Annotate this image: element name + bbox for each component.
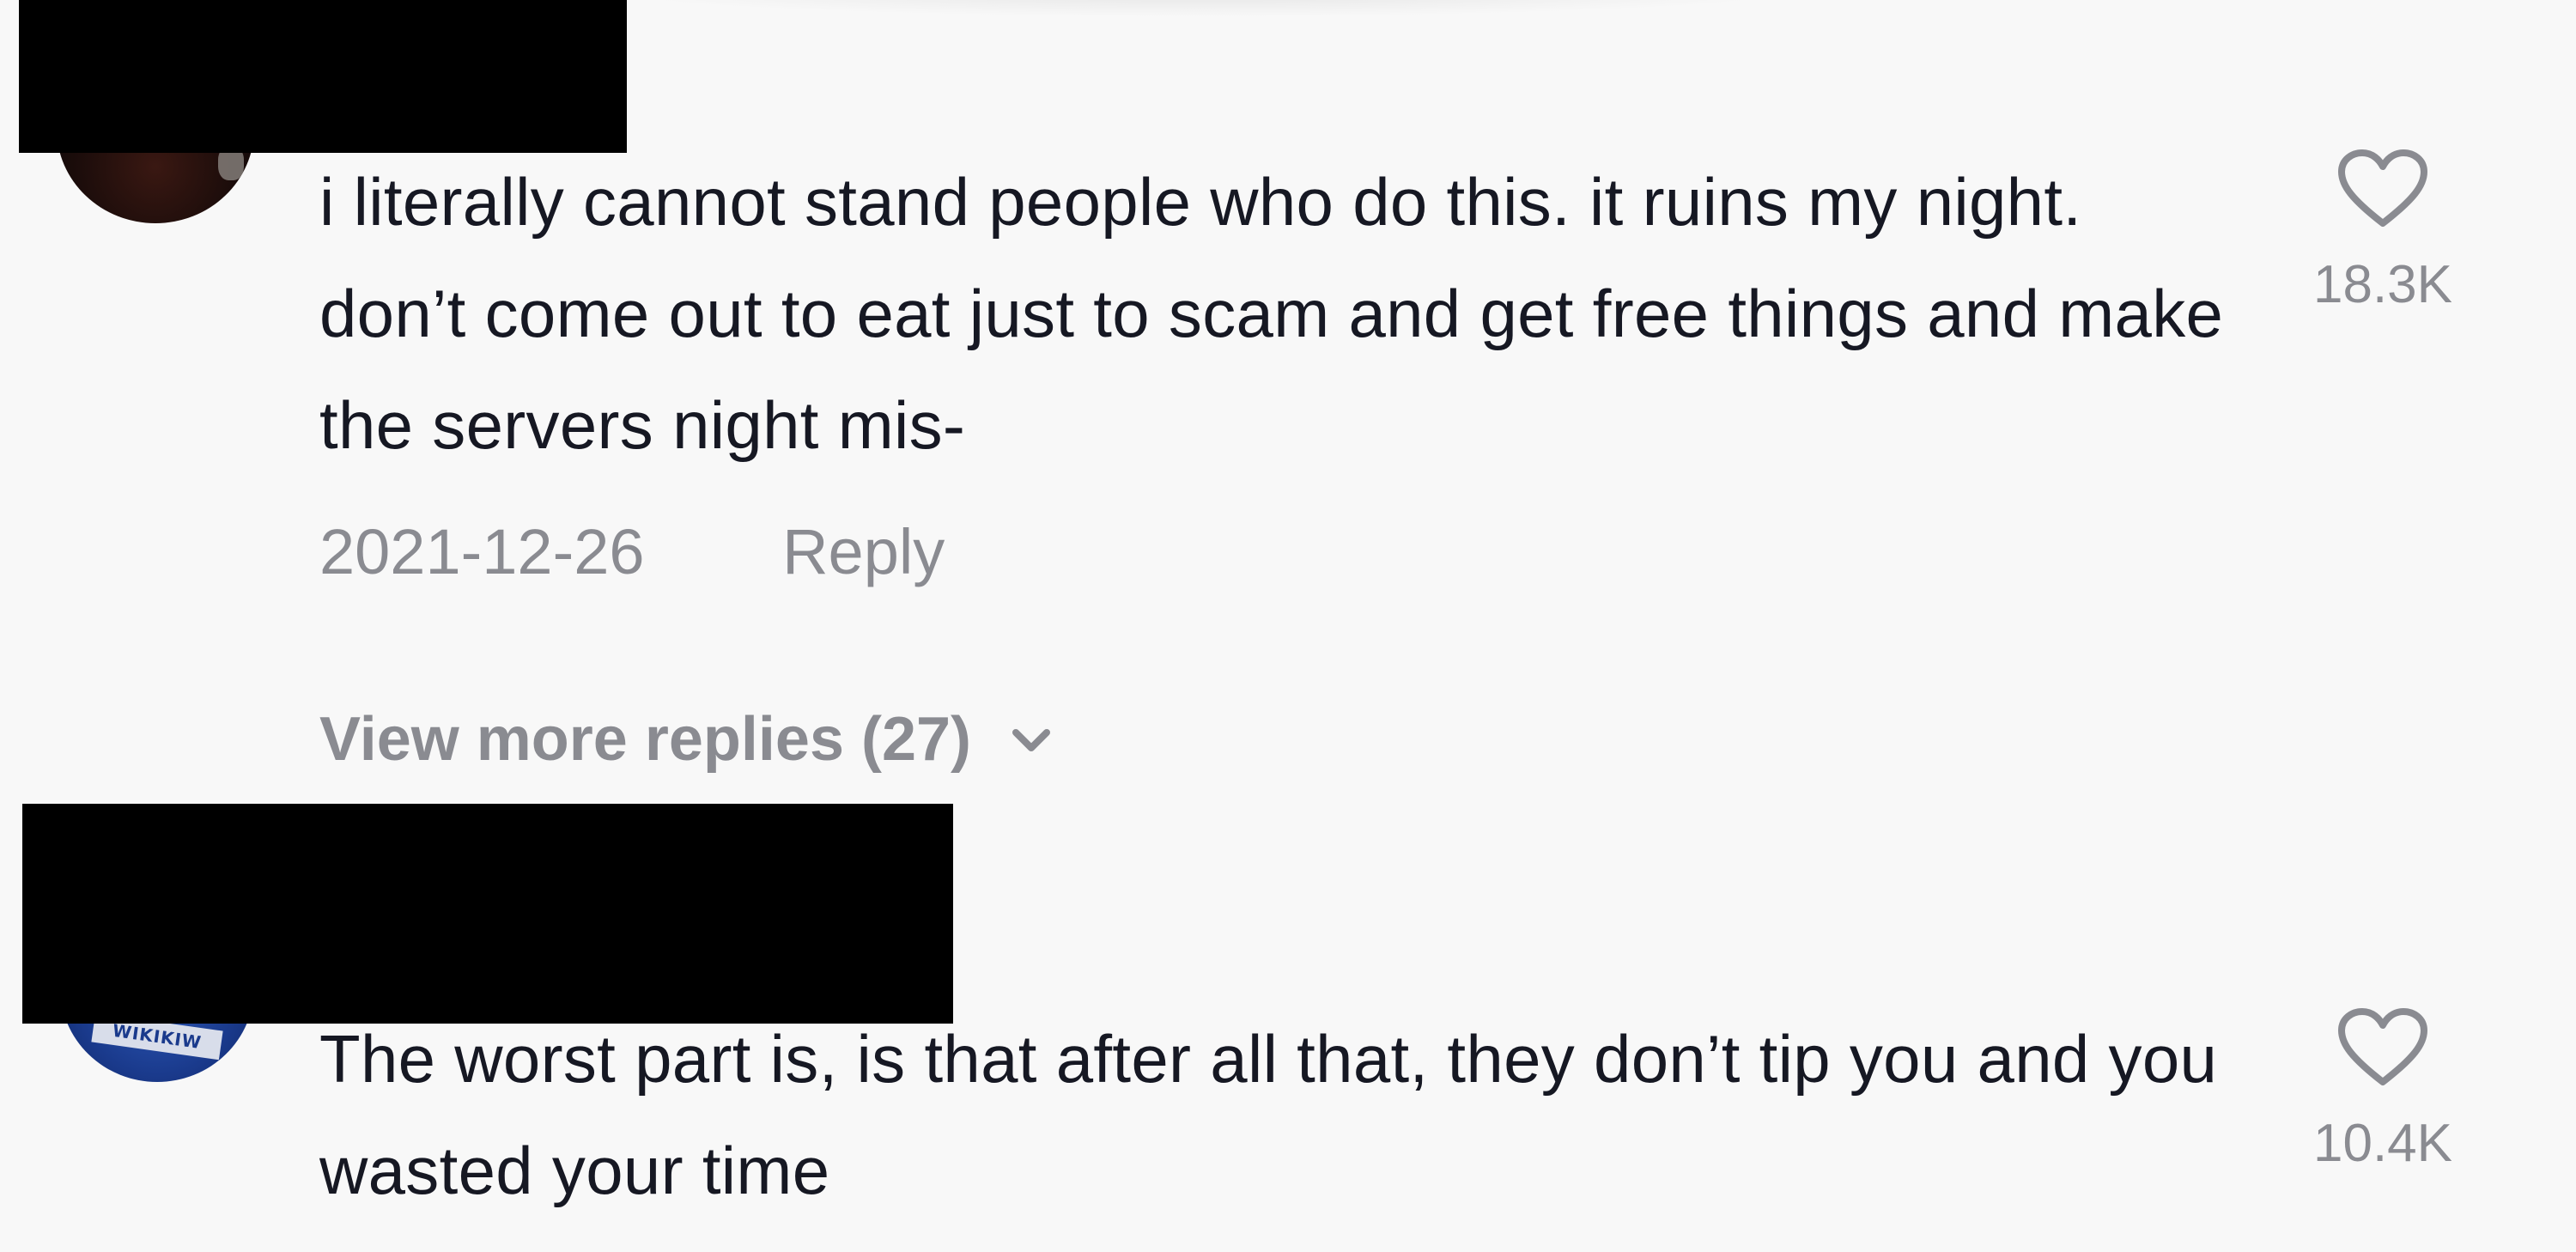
like-count: 10.4K bbox=[2312, 1114, 2453, 1173]
comment-text: The worst part is, is that after all tha… bbox=[319, 1021, 2218, 1208]
reply-button[interactable]: Reply bbox=[782, 515, 945, 588]
comment-meta: 2021-12-26 Reply bbox=[319, 515, 945, 588]
view-more-replies-label: View more replies (27) bbox=[319, 705, 972, 774]
top-shadow bbox=[601, 0, 1803, 17]
like-group: 10.4K bbox=[2288, 1005, 2477, 1174]
comment-text: i literally cannot stand people who do t… bbox=[319, 164, 2224, 463]
heart-outline-icon[interactable] bbox=[2335, 1005, 2431, 1091]
comments-panel: i literally cannot stand people who do t… bbox=[0, 0, 2576, 1252]
comment-date: 2021-12-26 bbox=[319, 516, 645, 587]
heart-outline-icon[interactable] bbox=[2335, 146, 2431, 232]
redacted-username bbox=[22, 804, 953, 1024]
chevron-down-icon bbox=[1012, 729, 1051, 751]
redacted-username bbox=[19, 0, 627, 153]
like-count: 18.3K bbox=[2312, 255, 2453, 314]
like-group: 18.3K bbox=[2288, 146, 2477, 315]
view-more-replies-button[interactable]: View more replies (27) bbox=[319, 704, 1057, 775]
